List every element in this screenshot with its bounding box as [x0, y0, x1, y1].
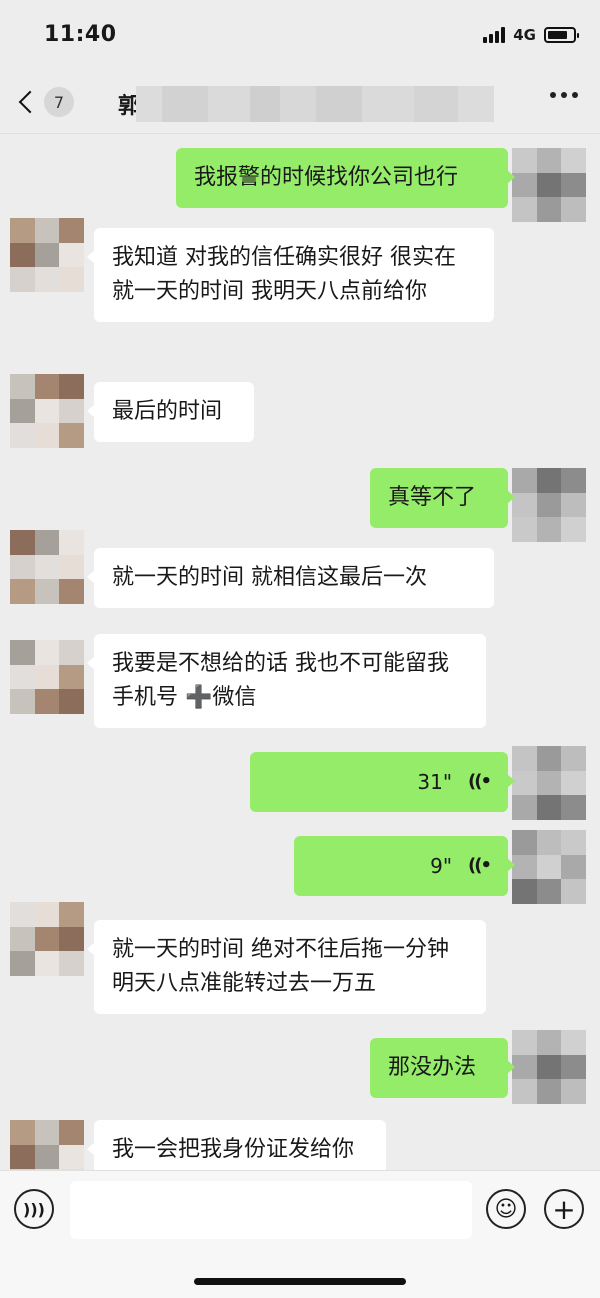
redacted-name: [136, 86, 494, 122]
status-indicators: 4G: [483, 26, 579, 44]
sender-avatar[interactable]: [10, 530, 84, 604]
emoji-icon[interactable]: ☺: [486, 1189, 526, 1229]
chevron-left-icon: [18, 90, 42, 114]
contact-avatar[interactable]: [512, 746, 586, 820]
voice-message-sent[interactable]: 31" ((•: [250, 752, 515, 812]
signal-icon: [483, 27, 506, 43]
message-input[interactable]: [70, 1181, 472, 1239]
message-received[interactable]: 最后的时间: [87, 382, 254, 442]
message-received[interactable]: 就一天的时间 绝对不往后拖一分钟 明天八点准能转过去一万五: [87, 920, 486, 1014]
message-sent[interactable]: 那没办法: [370, 1038, 515, 1098]
voice-duration: 9": [430, 854, 453, 878]
sender-avatar[interactable]: [10, 374, 84, 448]
home-indicator[interactable]: [194, 1278, 406, 1285]
voice-wave-icon: ((•: [468, 855, 492, 876]
contact-avatar[interactable]: [512, 1030, 586, 1104]
status-bar: 11:40 4G: [0, 0, 600, 72]
message-sent[interactable]: 我报警的时候找你公司也行: [176, 148, 515, 208]
message-sent[interactable]: 真等不了: [370, 468, 515, 528]
voice-mode-icon[interactable]: ))): [14, 1189, 54, 1229]
sender-avatar[interactable]: [10, 218, 84, 292]
message-received[interactable]: 我要是不想给的话 我也不可能留我手机号 ➕微信: [87, 634, 486, 728]
back-button[interactable]: 7: [14, 80, 74, 124]
plus-icon[interactable]: +: [544, 1189, 584, 1229]
message-received[interactable]: 我知道 对我的信任确实很好 很实在 就一天的时间 我明天八点前给你: [87, 228, 494, 322]
chat-area[interactable]: 我报警的时候找你公司也行 我知道 对我的信任确实很好 很实在 就一天的时间 我明…: [0, 134, 600, 1170]
voice-duration: 31": [417, 770, 453, 794]
message-received[interactable]: 我一会把我身份证发给你: [87, 1120, 386, 1170]
battery-icon: [544, 27, 579, 43]
network-type: 4G: [513, 26, 536, 44]
voice-wave-icon: ((•: [468, 771, 492, 792]
status-time: 11:40: [44, 22, 117, 47]
sender-avatar[interactable]: [10, 902, 84, 976]
sender-avatar[interactable]: [10, 640, 84, 714]
more-options-button[interactable]: [550, 92, 578, 98]
voice-message-sent[interactable]: 9" ((•: [294, 836, 515, 896]
contact-avatar[interactable]: [512, 830, 586, 904]
unread-count-badge: 7: [44, 87, 74, 117]
chat-header: 7 郭: [0, 72, 600, 134]
contact-avatar[interactable]: [512, 468, 586, 542]
contact-avatar[interactable]: [512, 148, 586, 222]
message-received[interactable]: 就一天的时间 就相信这最后一次: [87, 548, 494, 608]
sender-avatar[interactable]: [10, 1120, 84, 1170]
